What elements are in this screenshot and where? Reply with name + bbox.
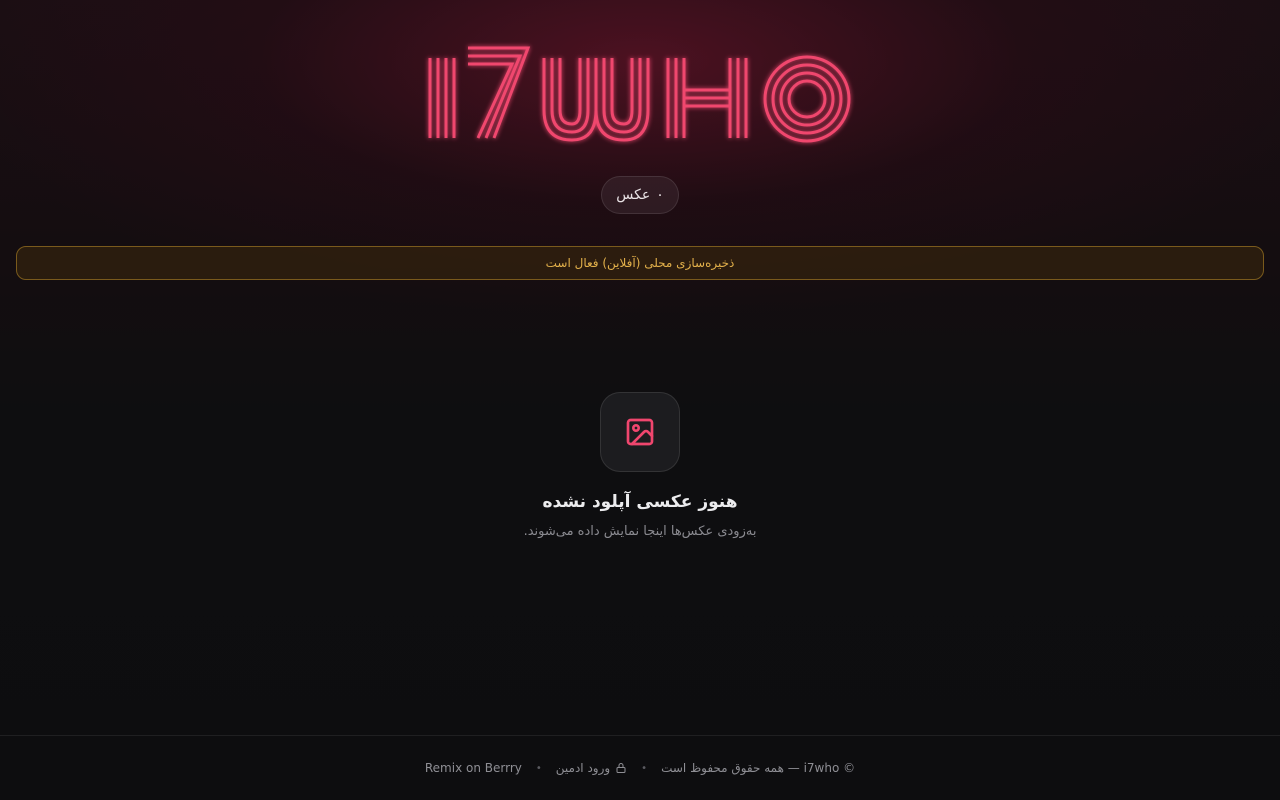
- lock-icon: [616, 763, 626, 773]
- empty-state-icon-box: [600, 392, 680, 472]
- footer-separator: •: [535, 762, 542, 774]
- page: i7who: [0, 0, 1280, 800]
- photo-count-value: ۰: [656, 187, 664, 203]
- remix-link[interactable]: Remix on Berrry: [425, 761, 522, 775]
- image-icon: [626, 418, 654, 446]
- offline-storage-text: ذخیره‌سازی محلی (آفلاین) فعال است: [545, 256, 735, 270]
- photo-count-badge: ۰ عکس: [601, 176, 679, 214]
- footer-separator: •: [641, 762, 648, 774]
- admin-login-link[interactable]: ورود ادمین: [556, 761, 627, 775]
- empty-state-subtitle: به‌زودی عکس‌ها اینجا نمایش داده می‌شوند.: [523, 524, 757, 539]
- footer: Remix on Berrry • ورود ادمین • © i7who —…: [0, 735, 1280, 800]
- empty-state-title: هنوز عکسی آپلود نشده: [542, 492, 738, 512]
- logo-graphic: [428, 46, 851, 143]
- copyright-text: © i7who — همه حقوق محفوظ است: [661, 761, 856, 775]
- photo-count-label: عکس: [616, 187, 651, 203]
- admin-login-label: ورود ادمین: [555, 761, 611, 775]
- logo: i7who: [420, 40, 860, 150]
- offline-storage-banner: ذخیره‌سازی محلی (آفلاین) فعال است: [16, 246, 1264, 280]
